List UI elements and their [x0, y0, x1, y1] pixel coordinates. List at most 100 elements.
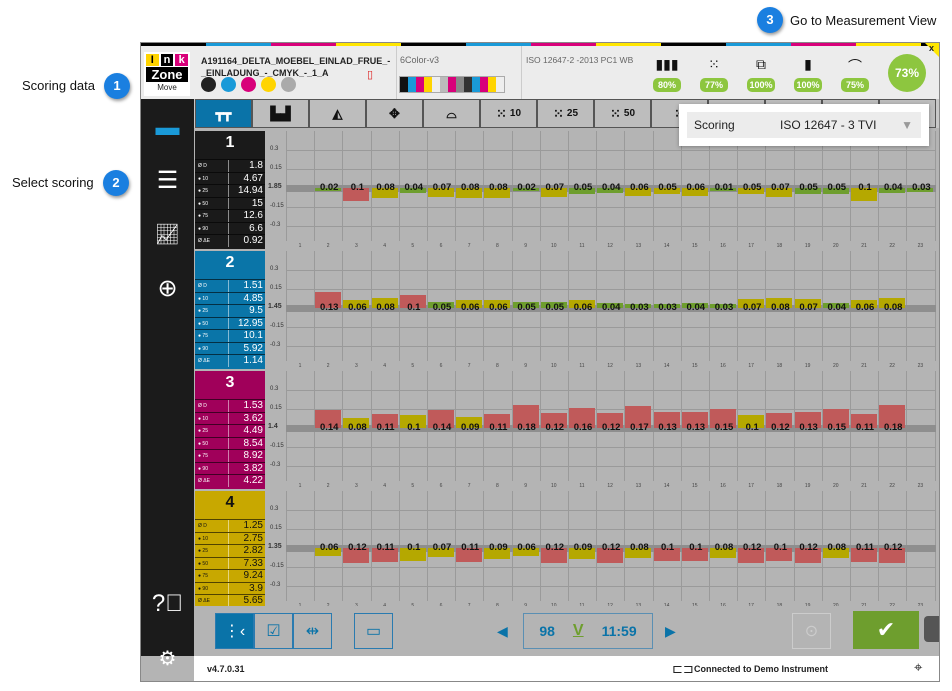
- bar-label: 0.1: [407, 422, 421, 433]
- color-bar-button[interactable]: ▭: [354, 613, 393, 649]
- bar-label: 0.08: [376, 182, 395, 193]
- crosshair-icon[interactable]: ⊕: [151, 272, 184, 305]
- report-view-button[interactable]: ⋮‹: [215, 613, 254, 649]
- stat-row: ● 10 3.62: [195, 411, 265, 424]
- tab-bar-chart-icon[interactable]: ▙▟: [252, 99, 309, 128]
- color-patch: [400, 77, 408, 92]
- line-chart-icon[interactable]: 📈︎: [151, 218, 184, 251]
- instrument-button-disabled[interactable]: ⊙: [792, 613, 831, 649]
- header: I n k Zone Move A191164_DELTA_MOEBEL_EIN…: [141, 43, 939, 99]
- bar-label: 0.13: [319, 302, 339, 313]
- gridline: [286, 466, 936, 467]
- approve-button[interactable]: ☑: [254, 613, 293, 649]
- channel-panel: 4 Ø D 1.25 ● 10 2.75 ● 25 2.82 ● 50 7.33 ● 75 9.24…: [195, 491, 265, 609]
- bar-label: 0.12: [601, 422, 621, 433]
- gridline: [286, 447, 936, 448]
- paper-white-icon: ┳┳: [215, 105, 232, 121]
- column-number: 10: [551, 363, 557, 369]
- stat-value: 2.82: [243, 545, 263, 556]
- ink-swatch: [261, 77, 276, 92]
- tab-label: 25: [566, 108, 579, 119]
- score-badge[interactable]: 100%: [747, 78, 775, 92]
- callout-label-scoring-data: Scoring data: [22, 78, 95, 93]
- stat-label: Ø ΔE: [195, 355, 229, 367]
- tab-tvi-curve-icon[interactable]: ⌓: [423, 99, 480, 128]
- stat-value: 9.5: [249, 305, 263, 316]
- split-icon: ⇹: [305, 623, 320, 640]
- close-icon[interactable]: x: [929, 43, 934, 53]
- channel-number: 1: [225, 134, 235, 151]
- tab-paper-white-icon[interactable]: ┳┳: [195, 99, 252, 128]
- stat-label: ● 90: [195, 342, 229, 354]
- stat-label: ● 90: [195, 222, 229, 234]
- bar-chart-icon: ▙▟: [270, 105, 291, 121]
- previous-arrow-icon[interactable]: ◀: [497, 623, 508, 640]
- color-patch: [496, 77, 504, 92]
- bar-label: 0.15: [714, 422, 734, 433]
- score-badge[interactable]: 80%: [653, 78, 681, 92]
- column-number: 22: [889, 363, 895, 369]
- stat-value: 4.67: [243, 172, 263, 184]
- tab-dot-grid-icon-25[interactable]: ⁙ 25: [537, 99, 594, 128]
- column-number: 11: [579, 483, 585, 489]
- gridline: [286, 390, 936, 391]
- stat-label: ● 90: [195, 582, 229, 594]
- stat-row: ● 25 2.82: [195, 544, 265, 557]
- color-patch: [416, 77, 424, 92]
- measure-button[interactable]: ✔: [853, 611, 919, 649]
- tab-dot-grid-icon-10[interactable]: ⁙ 10: [480, 99, 537, 128]
- score-badge[interactable]: 77%: [700, 78, 728, 92]
- tab-registration-icon[interactable]: ✥: [366, 99, 423, 128]
- score-badge[interactable]: 100%: [794, 78, 822, 92]
- y-tick: -0.3: [270, 462, 281, 468]
- bar-label: 0.01: [714, 182, 734, 193]
- tab-gamut-icon[interactable]: ◭: [309, 99, 366, 128]
- score-tone-curve-icon: ⌒: [848, 58, 862, 74]
- tab-dot-grid-icon-50[interactable]: ⁙ 50: [594, 99, 651, 128]
- stat-value: 8.92: [243, 450, 263, 461]
- ink-swatch: [201, 77, 216, 92]
- stat-row: ● 90 3.82: [195, 461, 265, 474]
- target-icon[interactable]: ⌖: [914, 659, 922, 676]
- help-icon[interactable]: ?⃝: [151, 587, 184, 620]
- stat-row: ● 90 6.6: [195, 221, 265, 234]
- settings-gears-icon[interactable]: ⚙: [151, 642, 184, 675]
- next-arrow-icon[interactable]: ▶: [665, 623, 676, 640]
- scoring-select[interactable]: Scoring ISO 12647 - 3 TVI ▼: [687, 112, 921, 138]
- bar-label: 0.1: [407, 302, 421, 313]
- stat-value: 4.85: [243, 292, 263, 304]
- pdf-icon[interactable]: ▯: [367, 68, 373, 81]
- scoring-value: ISO 12647 - 3 TVI: [780, 118, 877, 132]
- column-number: 3: [355, 243, 358, 249]
- stat-row: ● 10 2.75: [195, 531, 265, 544]
- column-number: 16: [720, 483, 726, 489]
- stat-value: 3.82: [243, 462, 263, 474]
- stat-row: ● 50 7.33: [195, 556, 265, 569]
- job-title[interactable]: A191164_DELTA_MOEBEL_EINLAD_FRUE_- _EINL…: [201, 55, 390, 79]
- side-panel-handle[interactable]: [924, 616, 939, 642]
- bar-label: 0.03: [714, 302, 734, 313]
- column-number: 13: [635, 363, 642, 369]
- bar-label: 0.1: [350, 182, 364, 193]
- total-score-button[interactable]: 73%: [888, 54, 926, 92]
- column-number: 9: [524, 483, 527, 489]
- probe-icon: ⊙: [804, 623, 819, 640]
- bar-label: 0.13: [658, 422, 677, 433]
- column-number: 7: [467, 243, 471, 249]
- logo-letter: n: [160, 54, 174, 66]
- bar-label: 0.04: [404, 182, 424, 193]
- column-number: 4: [383, 483, 386, 489]
- split-button[interactable]: ⇹: [293, 613, 332, 649]
- score-badge[interactable]: 75%: [841, 78, 869, 92]
- bar-label: 0.08: [489, 182, 508, 193]
- bar-label: 0.12: [601, 542, 621, 553]
- bar-label: 0.04: [883, 182, 903, 193]
- bar-label: 0.04: [601, 182, 621, 193]
- database-icon[interactable]: ☰: [151, 164, 184, 197]
- stat-row: Ø D 1.8: [195, 159, 265, 172]
- bar-label: 0.11: [376, 542, 395, 553]
- folder-icon[interactable]: ▬: [151, 111, 184, 144]
- column-number: 15: [692, 363, 698, 369]
- stat-label: ● 25: [195, 545, 229, 557]
- bar-label: 0.06: [855, 302, 875, 313]
